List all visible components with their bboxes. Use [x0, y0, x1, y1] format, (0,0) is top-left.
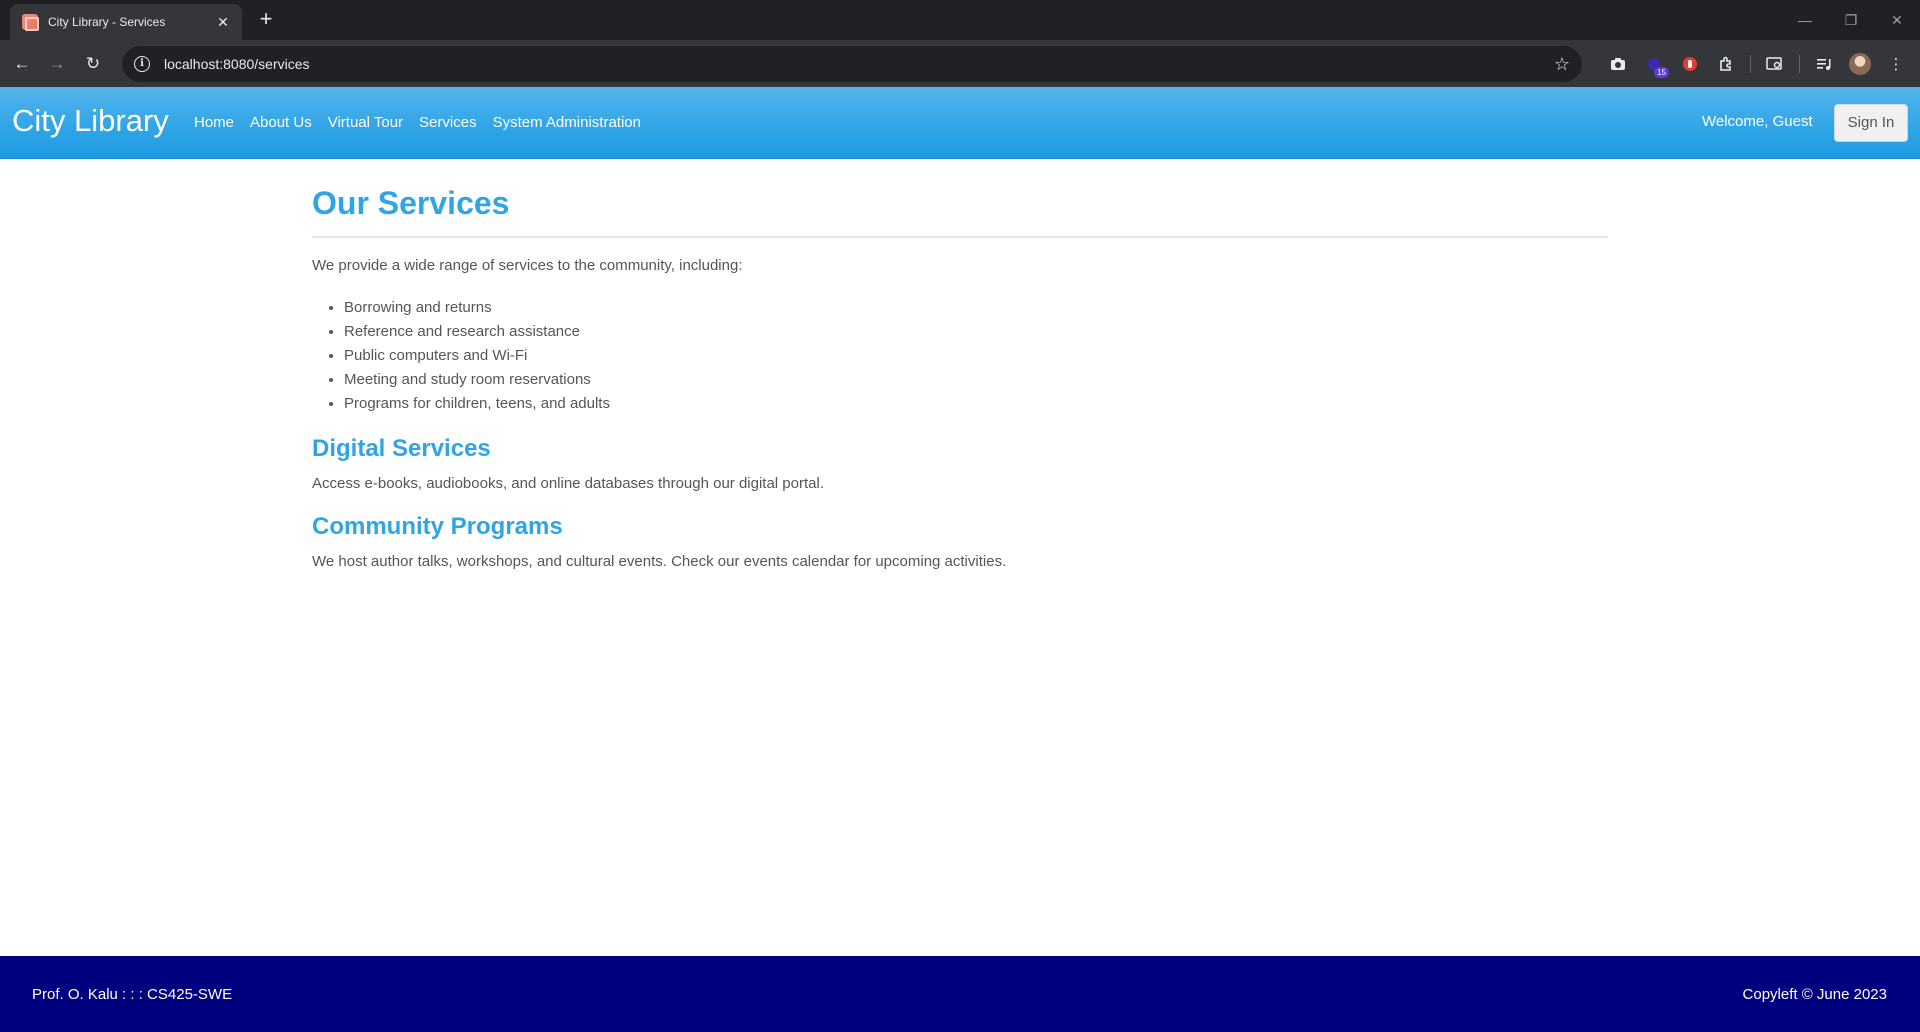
url-text[interactable]: localhost:8080/services	[164, 56, 1554, 72]
welcome-text: Welcome, Guest	[1702, 113, 1813, 130]
site-footer: Prof. O. Kalu : : : CS425-SWE Copyleft ©…	[0, 956, 1920, 1032]
profile-avatar-icon[interactable]	[1842, 48, 1878, 80]
toolbar-separator	[1750, 55, 1751, 73]
list-item: Meeting and study room reservations	[344, 368, 1608, 392]
camera-extension-icon[interactable]	[1600, 48, 1636, 80]
section-text-digital-services: Access e-books, audiobooks, and online d…	[312, 475, 824, 492]
avatar	[1849, 53, 1871, 75]
close-window-icon[interactable]: ✕	[1874, 0, 1920, 40]
list-item: Borrowing and returns	[344, 296, 1608, 320]
brand-logo[interactable]: City Library	[12, 101, 169, 141]
window-controls: — ❐ ✕	[1782, 0, 1920, 40]
address-bar[interactable]: i localhost:8080/services ☆	[122, 46, 1582, 82]
stop-hand-extension-icon[interactable]	[1672, 48, 1708, 80]
media-controls-icon[interactable]	[1806, 48, 1842, 80]
nav-link-system-administration[interactable]: System Administration	[493, 113, 641, 133]
page-title: Our Services	[312, 183, 1608, 238]
section-title-community-programs: Community Programs	[312, 513, 563, 540]
back-arrow-icon[interactable]: ←	[8, 50, 36, 78]
reload-icon[interactable]: ↻	[79, 50, 107, 78]
footer-copyleft: Copyleft © June 2023	[1742, 986, 1887, 1003]
site-navbar: City Library Home About Us Virtual Tour …	[0, 87, 1920, 159]
restore-icon[interactable]: ❐	[1828, 0, 1874, 40]
services-list: Borrowing and returns Reference and rese…	[312, 296, 1608, 416]
site-info-icon[interactable]: i	[134, 56, 150, 72]
new-tab-button[interactable]: +	[252, 6, 280, 34]
nav-link-home[interactable]: Home	[194, 113, 234, 133]
main-content: Our Services We provide a wide range of …	[312, 159, 1608, 572]
browser-tabstrip: City Library - Services ✕ + — ❐ ✕	[0, 0, 1920, 40]
browser-toolbar: ← → ↻ i localhost:8080/services ☆ 15 ⋮	[0, 40, 1920, 87]
forward-arrow-icon[interactable]: →	[43, 50, 71, 78]
extension-badge-icon[interactable]: 15	[1636, 48, 1672, 80]
extensions-puzzle-icon[interactable]	[1708, 48, 1744, 80]
nav-link-virtual-tour[interactable]: Virtual Tour	[328, 113, 403, 133]
library-favicon-icon	[22, 14, 39, 31]
list-item: Reference and research assistance	[344, 320, 1608, 344]
nav-link-services[interactable]: Services	[419, 113, 477, 133]
tab-title: City Library - Services	[48, 15, 166, 29]
minimize-icon[interactable]: —	[1782, 0, 1828, 40]
browser-tab-active[interactable]: City Library - Services ✕	[10, 4, 242, 40]
extension-badge-count: 15	[1654, 67, 1669, 78]
list-item: Programs for children, teens, and adults	[344, 392, 1608, 416]
list-item: Public computers and Wi-Fi	[344, 344, 1608, 368]
extensions-area: 15 ⋮	[1600, 48, 1914, 80]
nav-link-about-us[interactable]: About Us	[250, 113, 312, 133]
browser-menu-icon[interactable]: ⋮	[1878, 48, 1914, 80]
main-nav: Home About Us Virtual Tour Services Syst…	[194, 113, 657, 133]
section-title-digital-services: Digital Services	[312, 435, 491, 462]
tab-search-icon[interactable]	[1757, 48, 1793, 80]
intro-text: We provide a wide range of services to t…	[312, 257, 743, 274]
toolbar-separator	[1799, 55, 1800, 73]
sign-in-button[interactable]: Sign In	[1834, 104, 1908, 142]
section-text-community-programs: We host author talks, workshops, and cul…	[312, 553, 1007, 570]
footer-credit: Prof. O. Kalu : : : CS425-SWE	[32, 986, 233, 1003]
bookmark-star-icon[interactable]: ☆	[1554, 54, 1570, 75]
tab-close-icon[interactable]: ✕	[214, 14, 232, 31]
